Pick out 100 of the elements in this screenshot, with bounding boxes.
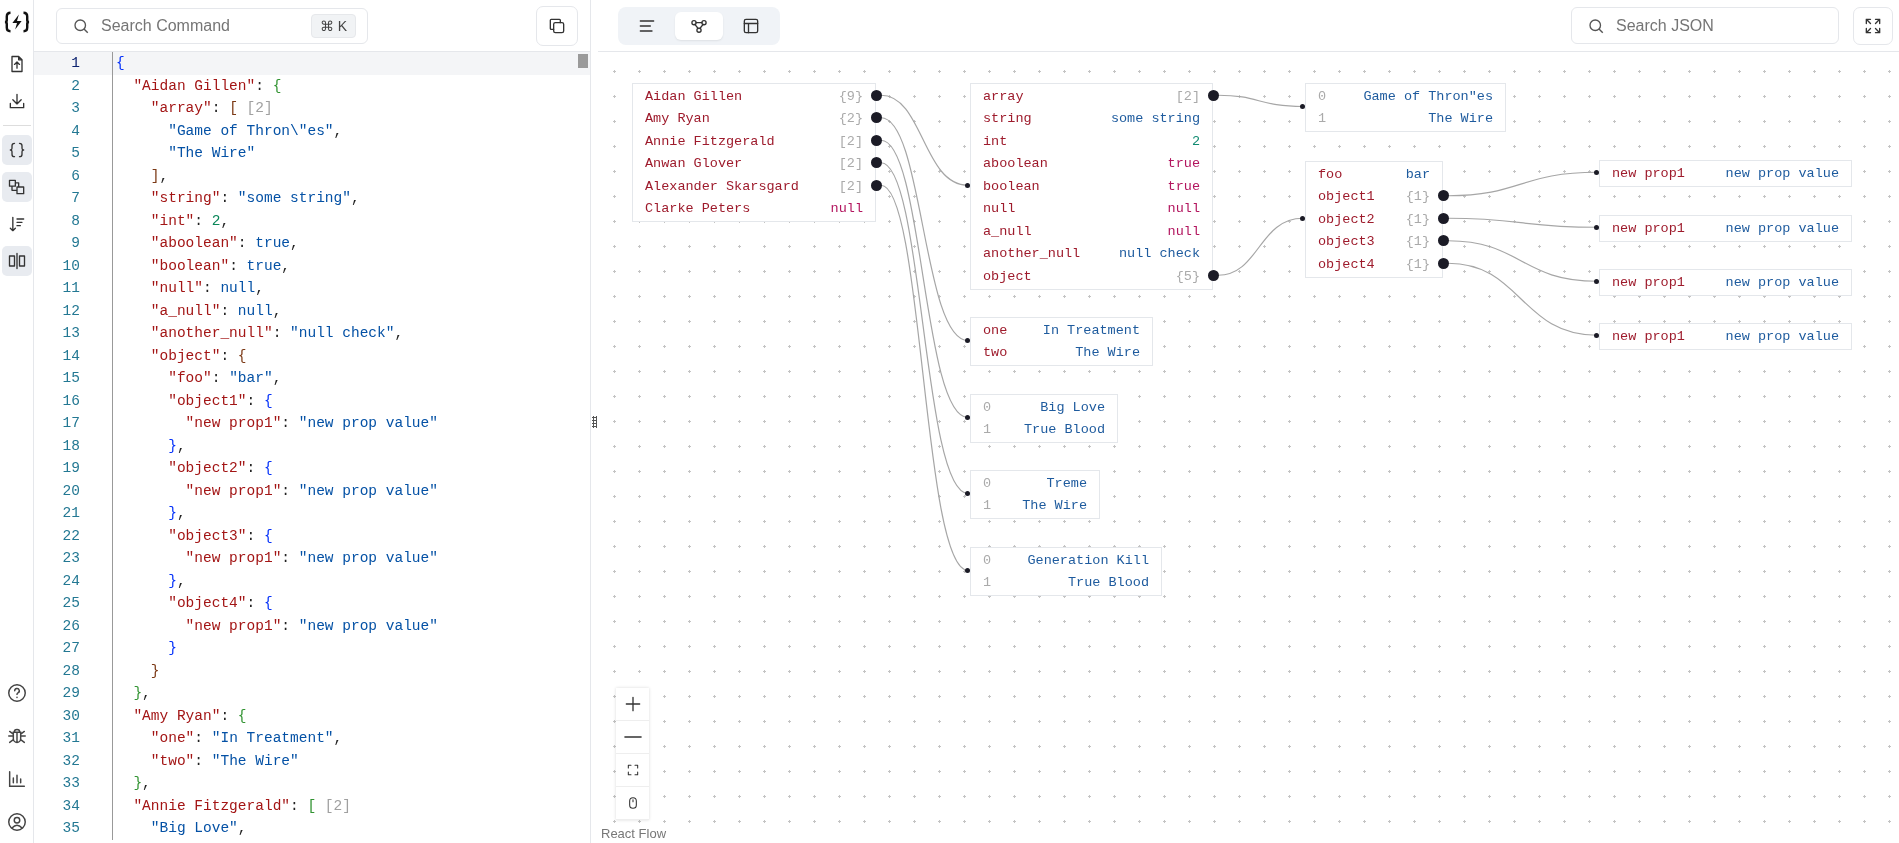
line-number: 18 [61, 437, 80, 454]
node-value: new prop value [1725, 165, 1839, 181]
code-view-button[interactable] [1, 135, 32, 165]
graph-node[interactable]: 0 Game of Thron"es 1 The Wire [1305, 83, 1506, 132]
target-handle[interactable] [1594, 332, 1599, 338]
zoom-in-button[interactable] [616, 688, 649, 721]
graph-view-button[interactable] [1, 172, 32, 202]
fullscreen-button[interactable] [1853, 6, 1893, 45]
scrollbar-thumb[interactable] [578, 54, 588, 68]
target-handle[interactable] [965, 568, 970, 573]
source-handle[interactable] [1437, 257, 1449, 269]
graph-node[interactable]: new prop1 new prop value [1599, 269, 1852, 296]
logo [3, 10, 30, 34]
line-number: 26 [61, 617, 80, 634]
node-value: null [1167, 201, 1200, 217]
source-handle[interactable] [1437, 235, 1449, 247]
node-value: {1} [1405, 234, 1430, 250]
line-number: 25 [61, 595, 80, 612]
code-line: "int": 2, [112, 209, 230, 232]
source-handle[interactable] [1437, 212, 1449, 224]
graph-node[interactable]: new prop1 new prop value [1599, 160, 1852, 187]
line-number: 33 [61, 775, 80, 792]
source-handle[interactable] [870, 89, 882, 101]
source-handle[interactable] [1437, 190, 1449, 202]
target-handle[interactable] [1594, 278, 1599, 284]
node-value: [2] [1175, 88, 1200, 104]
graph-node[interactable]: 0 Big Love 1 True Blood [970, 394, 1118, 443]
node-value: Generation Kill [1027, 552, 1149, 568]
node-value: True Blood [1068, 575, 1149, 591]
line-number: 17 [61, 415, 80, 432]
node-key: 0 [983, 399, 992, 415]
line-number: 21 [61, 505, 80, 522]
node-key: new prop1 [1612, 328, 1685, 344]
source-handle[interactable] [870, 112, 882, 124]
code-line: "new prop1": "new prop value" [112, 614, 438, 637]
mouse-mode-button[interactable] [616, 787, 649, 820]
target-handle[interactable] [965, 491, 970, 496]
node-value: [2] [838, 156, 863, 172]
graph-view-tab[interactable] [675, 11, 723, 40]
resize-handle[interactable] [592, 415, 597, 428]
source-handle[interactable] [1207, 89, 1219, 101]
search-json-field[interactable]: Search JSON [1571, 7, 1839, 44]
graph-node[interactable]: new prop1 new prop value [1599, 323, 1852, 350]
code-line: }, [112, 682, 151, 705]
line-number: 4 [70, 122, 80, 139]
code-line: "null": null, [112, 277, 264, 300]
nodes-icon [6, 177, 27, 197]
code-line: "aboolean": true, [112, 232, 299, 255]
node-value: Big Love [1040, 399, 1105, 415]
help-icon[interactable] [5, 682, 28, 704]
node-key: 1 [983, 498, 992, 514]
target-handle[interactable] [965, 338, 970, 343]
graph-node[interactable]: 0 Generation Kill 1 True Blood [970, 547, 1162, 596]
code-line: ], [112, 164, 169, 187]
line-number: 10 [61, 257, 80, 274]
target-handle[interactable] [965, 415, 970, 420]
source-handle[interactable] [870, 134, 882, 146]
zoom-out-button[interactable] [616, 721, 649, 754]
line-number: 20 [61, 482, 80, 499]
split-view-button[interactable] [1, 246, 32, 276]
node-value: null check [1119, 246, 1200, 262]
node-key: Alexander Skarsgard [645, 178, 799, 194]
code-line: "object2": { [112, 457, 273, 480]
target-handle[interactable] [1300, 215, 1305, 221]
target-handle[interactable] [1594, 224, 1599, 230]
node-value: null [1167, 223, 1200, 239]
line-number: 1 [70, 55, 80, 72]
target-handle[interactable] [965, 182, 970, 188]
code-line: "object1": { [112, 389, 273, 412]
code-line: "foo": "bar", [112, 367, 282, 390]
line-number: 7 [70, 190, 80, 207]
code-line: "array": [ [2] [112, 97, 273, 120]
line-number: 5 [70, 145, 80, 162]
node-key: string [983, 111, 1032, 127]
graph-node[interactable]: foo bar object1 {1} object2 {1} object3 {1} object4 {1} [1305, 161, 1443, 278]
attribution-link[interactable]: React Flow [601, 826, 667, 841]
target-handle[interactable] [1594, 169, 1599, 175]
code-line: }, [112, 502, 186, 525]
target-handle[interactable] [1300, 104, 1305, 109]
source-handle[interactable] [870, 157, 882, 169]
node-key: int [983, 133, 1008, 149]
node-key: 0 [1318, 88, 1327, 104]
graph-node[interactable]: one In Treatment two The Wire [970, 317, 1153, 366]
code-line: "new prop1": "new prop value" [112, 547, 438, 570]
copy-button[interactable] [536, 5, 578, 46]
node-key: 1 [1318, 111, 1327, 127]
graph-node[interactable]: Aidan Gillen {9} Amy Ryan {2} Annie Fitzgerald [2] Anwan Glover [2] Alexander Skarsgard [2] Clarke Peters null [632, 83, 876, 222]
graph-node[interactable]: new prop1 new prop value [1599, 215, 1852, 242]
user-icon[interactable] [5, 811, 28, 833]
node-key: object2 [1318, 211, 1375, 227]
node-key: a_null [983, 223, 1032, 239]
source-handle[interactable] [870, 179, 882, 191]
node-value: The Wire [1022, 498, 1087, 514]
graph-node[interactable]: 0 Treme 1 The Wire [970, 470, 1100, 519]
source-handle[interactable] [1207, 269, 1219, 281]
node-key: array [983, 88, 1024, 104]
graph-node[interactable]: array [2] string some string int 2 aboolean true boolean true null null a_null null another_null null check object {5} [970, 83, 1213, 290]
code-line: "Aidan Gillen": { [112, 74, 282, 97]
code-line: } [112, 659, 160, 682]
line-number: 9 [70, 235, 80, 252]
